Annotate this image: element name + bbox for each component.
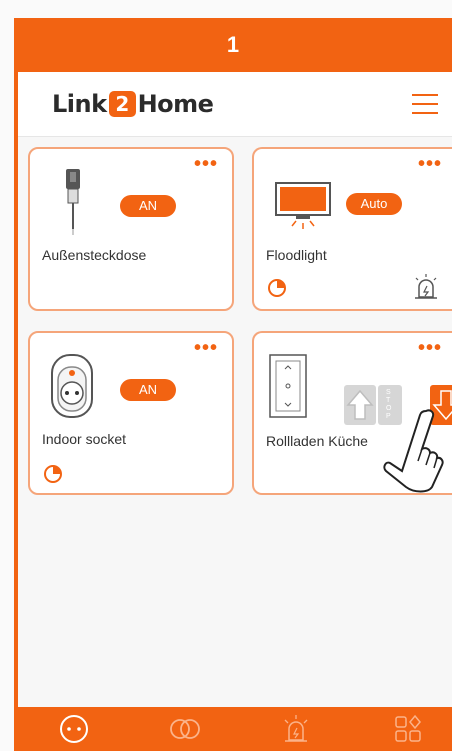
alarm-icon[interactable] bbox=[280, 713, 312, 745]
more-dots-icon[interactable]: ••• bbox=[194, 154, 218, 174]
status-badge[interactable]: AN bbox=[120, 195, 176, 217]
more-dots-icon[interactable]: ••• bbox=[418, 154, 442, 174]
hamburger-menu-icon[interactable] bbox=[412, 94, 438, 114]
app-screen: 1 Link 2 Home ••• AN Außensteckdose ••• … bbox=[0, 0, 452, 751]
step-header: 1 bbox=[14, 18, 452, 72]
app-logo: Link 2 Home bbox=[52, 90, 214, 118]
logo-text-left: Link bbox=[52, 90, 107, 118]
timer-icon[interactable] bbox=[268, 279, 286, 297]
floodlight-icon bbox=[275, 182, 331, 229]
device-card-indoor-socket[interactable]: ••• AN Indoor socket bbox=[28, 331, 234, 495]
shutter-switch-icon bbox=[269, 354, 307, 418]
device-card-shutter[interactable]: ••• STOP Rollladen Küche bbox=[252, 331, 452, 495]
logo-text-right: Home bbox=[137, 90, 214, 118]
tap-hand-icon bbox=[383, 409, 444, 493]
device-name: Außensteckdose bbox=[42, 247, 147, 263]
device-name: Rollladen Küche bbox=[266, 433, 368, 449]
outdoor-plug-icon bbox=[66, 169, 80, 235]
timer-icon[interactable] bbox=[44, 465, 62, 483]
step-number: 1 bbox=[226, 32, 240, 57]
device-grid: ••• AN Außensteckdose ••• Auto Floodligh… bbox=[18, 137, 452, 707]
device-name: Indoor socket bbox=[42, 431, 127, 447]
status-badge[interactable]: AN bbox=[120, 379, 176, 401]
app-bar: Link 2 Home bbox=[18, 72, 452, 137]
bottom-nav bbox=[14, 707, 452, 751]
device-name: Floodlight bbox=[266, 247, 327, 263]
scenes-icon[interactable] bbox=[392, 713, 424, 745]
devices-icon[interactable] bbox=[58, 713, 90, 745]
groups-icon[interactable] bbox=[168, 713, 200, 745]
indoor-socket-icon bbox=[51, 354, 93, 418]
device-card-outdoor-socket[interactable]: ••• AN Außensteckdose bbox=[28, 147, 234, 311]
more-dots-icon[interactable]: ••• bbox=[418, 338, 442, 358]
alarm-light-icon[interactable] bbox=[412, 273, 440, 301]
device-card-floodlight[interactable]: ••• Auto Floodlight bbox=[252, 147, 452, 311]
status-badge[interactable]: Auto bbox=[346, 193, 402, 215]
logo-badge: 2 bbox=[108, 91, 136, 117]
more-dots-icon[interactable]: ••• bbox=[194, 338, 218, 358]
